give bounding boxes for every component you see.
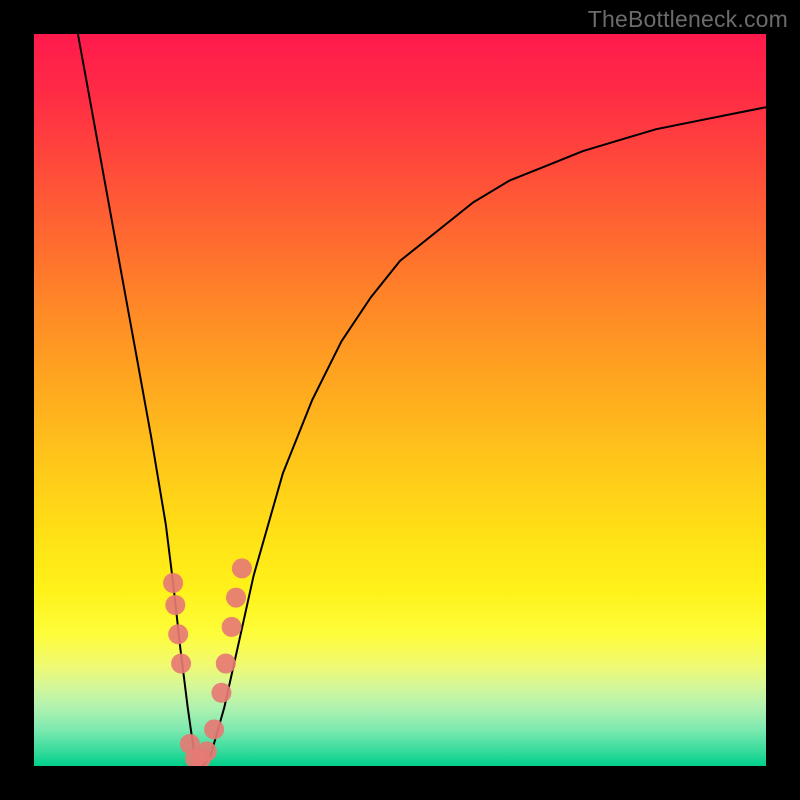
cluster-right-mid bbox=[216, 654, 236, 674]
cluster-left-upper bbox=[165, 595, 185, 615]
cluster-left-mid bbox=[171, 654, 191, 674]
data-points bbox=[163, 558, 252, 766]
cluster-right-upper bbox=[226, 588, 246, 608]
cluster-right-upper bbox=[232, 558, 252, 578]
cluster-right-low bbox=[204, 719, 224, 739]
cluster-left-upper bbox=[163, 573, 183, 593]
cluster-left-mid bbox=[168, 624, 188, 644]
chart-plot-area bbox=[34, 34, 766, 766]
chart-svg bbox=[34, 34, 766, 766]
cluster-right-upper bbox=[222, 617, 242, 637]
cluster-valley bbox=[197, 741, 217, 761]
watermark-text: TheBottleneck.com bbox=[588, 6, 788, 33]
chart-frame: TheBottleneck.com bbox=[0, 0, 800, 800]
cluster-right-mid bbox=[211, 683, 231, 703]
